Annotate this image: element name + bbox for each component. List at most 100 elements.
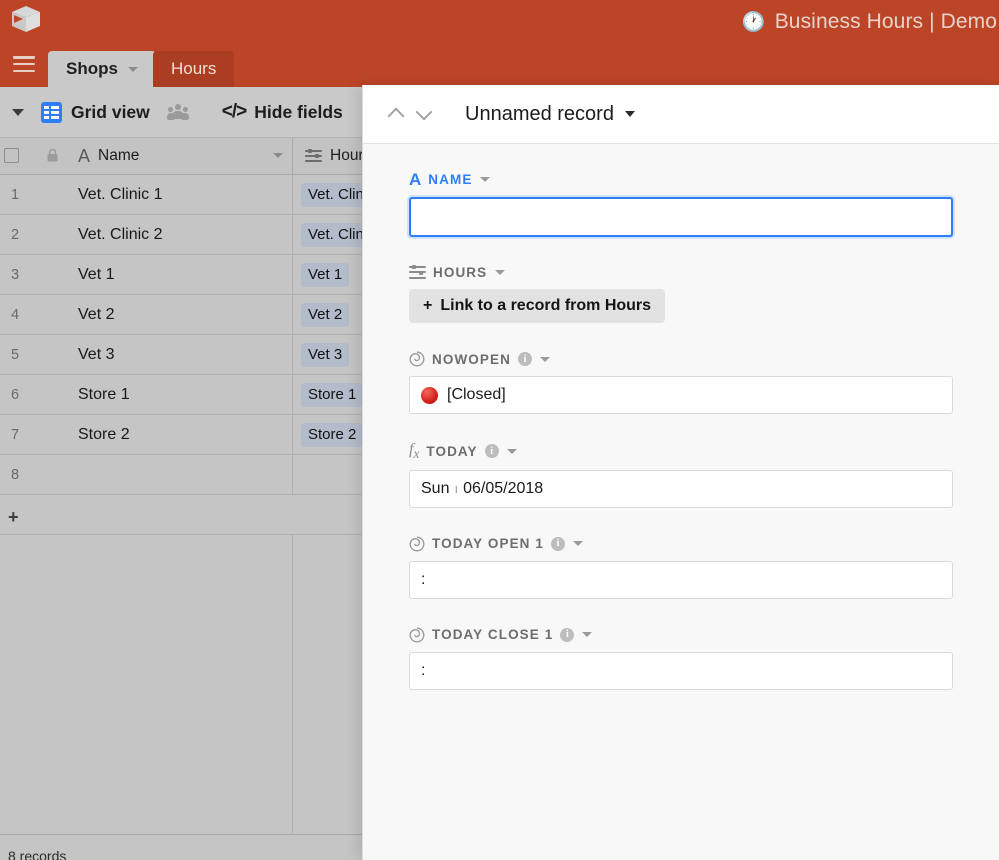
field-today-label-row: fx TODAY i xyxy=(409,442,953,461)
plus-icon: + xyxy=(423,297,433,314)
tab-shops-label: Shops xyxy=(66,59,118,78)
app-root: 🕐 Business Hours | Demo Shops Hours Grid… xyxy=(0,0,999,860)
caret-down-icon[interactable] xyxy=(506,448,517,454)
record-fields-list: A NAME HOURS + Link to a record from Hou… xyxy=(363,144,999,690)
field-name: A NAME xyxy=(409,171,953,237)
cell-name[interactable]: Vet. Clinic 1 xyxy=(63,175,293,214)
info-icon[interactable]: i xyxy=(484,444,499,459)
plus-icon: + xyxy=(8,507,19,527)
people-icon[interactable] xyxy=(166,104,189,120)
hamburger-menu-icon[interactable] xyxy=(13,56,35,74)
linked-record-chip[interactable]: Vet 1 xyxy=(301,262,350,287)
today-close-1-value[interactable]: : xyxy=(409,651,953,690)
select-all-checkbox[interactable] xyxy=(4,148,19,163)
grid-view-icon xyxy=(41,101,62,123)
chevron-down-icon[interactable] xyxy=(413,103,435,125)
tab-hours[interactable]: Hours xyxy=(153,51,235,87)
cell-name[interactable]: Store 1 xyxy=(63,375,293,414)
hide-fields-label: Hide fields xyxy=(254,101,343,122)
cell-name[interactable]: Vet 2 xyxy=(63,295,293,334)
field-today-label: TODAY xyxy=(426,443,478,459)
nowopen-value-text: [Closed] xyxy=(447,386,506,403)
row-number: 4 xyxy=(11,306,20,323)
linked-record-chip[interactable]: Store 1 xyxy=(301,382,364,407)
field-today-open-1-label-row: TODAY OPEN 1 i xyxy=(409,536,953,552)
field-today-close-1: TODAY CLOSE 1 i : xyxy=(409,627,953,690)
grid-header-checkbox-cell xyxy=(0,138,63,174)
brand-title-text: Business Hours | Demo xyxy=(774,10,997,33)
linked-record-chip[interactable]: Vet 2 xyxy=(301,302,350,327)
nowopen-value[interactable]: [Closed] xyxy=(409,376,953,414)
column-header-name-label: Name xyxy=(98,147,140,164)
linked-record-chip[interactable]: Vet. Clin xyxy=(301,182,371,207)
field-today-open-1-label: TODAY OPEN 1 xyxy=(432,536,544,552)
airtable-cube-logo-icon[interactable] xyxy=(10,4,42,34)
field-today-close-1-label: TODAY CLOSE 1 xyxy=(432,627,554,643)
cell-name[interactable] xyxy=(63,455,293,494)
field-today: fx TODAY i Sun ı 06/05/2018 xyxy=(409,442,953,508)
hide-fields-button[interactable]: </> Hide fields xyxy=(222,101,343,123)
name-input[interactable] xyxy=(409,197,953,237)
column-header-hours-label: Hour xyxy=(330,147,364,164)
red-circle-icon xyxy=(421,386,438,404)
column-header-name[interactable]: A Name xyxy=(63,138,293,174)
linked-record-chip[interactable]: Store 2 xyxy=(301,422,364,447)
separator: ı xyxy=(454,481,459,497)
row-number: 5 xyxy=(11,346,20,363)
field-nowopen-label-row: NOWOPEN i xyxy=(409,351,953,367)
caret-down-icon[interactable] xyxy=(539,356,550,362)
tab-hours-label: Hours xyxy=(171,59,217,78)
caret-down-icon[interactable] xyxy=(582,632,593,638)
field-nowopen: NOWOPEN i [Closed] xyxy=(409,351,953,414)
grid-divider-line xyxy=(292,535,293,835)
field-hours: HOURS + Link to a record from Hours xyxy=(409,265,953,323)
chevron-down-icon[interactable] xyxy=(273,153,283,158)
today-day-text: Sun xyxy=(421,479,450,497)
field-nowopen-label: NOWOPEN xyxy=(432,351,511,367)
cell-name[interactable]: Vet 1 xyxy=(63,255,293,294)
field-today-open-1: TODAY OPEN 1 i : xyxy=(409,536,953,599)
rollup-spiral-icon xyxy=(409,627,425,642)
lock-icon xyxy=(47,149,58,162)
cell-name[interactable]: Store 2 xyxy=(63,415,293,454)
linked-record-icon xyxy=(409,265,426,279)
caret-down-icon[interactable] xyxy=(480,177,491,182)
chevron-up-icon[interactable] xyxy=(385,103,407,125)
tabs-bar: Shops Hours xyxy=(0,44,999,119)
record-menu-caret-icon[interactable] xyxy=(624,111,635,117)
field-hours-label: HOURS xyxy=(433,265,488,280)
today-value[interactable]: Sun ı 06/05/2018 xyxy=(409,469,953,508)
caret-down-icon[interactable] xyxy=(573,541,583,547)
link-to-record-button[interactable]: + Link to a record from Hours xyxy=(409,289,666,323)
caret-down-icon[interactable] xyxy=(127,66,138,72)
row-number: 3 xyxy=(11,266,20,283)
linked-record-chip[interactable]: Vet 3 xyxy=(301,342,350,367)
brand-title: 🕐 Business Hours | Demo xyxy=(742,0,999,44)
linked-record-icon xyxy=(305,148,322,163)
cell-name[interactable]: Vet. Clinic 2 xyxy=(63,215,293,254)
row-number: 6 xyxy=(11,386,20,403)
text-type-A-icon: A xyxy=(78,145,91,166)
today-open-1-value[interactable]: : xyxy=(409,560,953,599)
cell-name[interactable]: Vet 3 xyxy=(63,335,293,374)
caret-down-icon[interactable] xyxy=(495,270,506,275)
link-to-record-label: Link to a record from Hours xyxy=(440,297,652,314)
info-icon[interactable]: i xyxy=(551,536,565,551)
code-brackets-icon: </> xyxy=(221,101,248,122)
field-name-label-row: A NAME xyxy=(409,171,953,188)
row-number: 2 xyxy=(11,226,20,243)
info-icon[interactable]: i xyxy=(517,352,532,366)
tab-shops[interactable]: Shops xyxy=(48,51,156,87)
text-type-A-icon: A xyxy=(409,170,422,189)
linked-record-chip[interactable]: Vet. Clin xyxy=(301,222,371,247)
record-panel-header: Unnamed record xyxy=(363,85,999,144)
today-date-text: 06/05/2018 xyxy=(463,479,544,497)
field-hours-label-row: HOURS xyxy=(409,265,953,280)
formula-fx-icon: fx xyxy=(409,441,420,462)
record-detail-panel: Unnamed record A NAME HOURS + Link to a … xyxy=(362,85,999,860)
record-title: Unnamed record xyxy=(465,102,614,125)
info-icon[interactable]: i xyxy=(560,627,575,642)
record-count-label: 8 records xyxy=(8,848,67,860)
view-name-label[interactable]: Grid view xyxy=(71,102,150,123)
sidebar-toggle-caret-icon[interactable] xyxy=(12,108,24,116)
